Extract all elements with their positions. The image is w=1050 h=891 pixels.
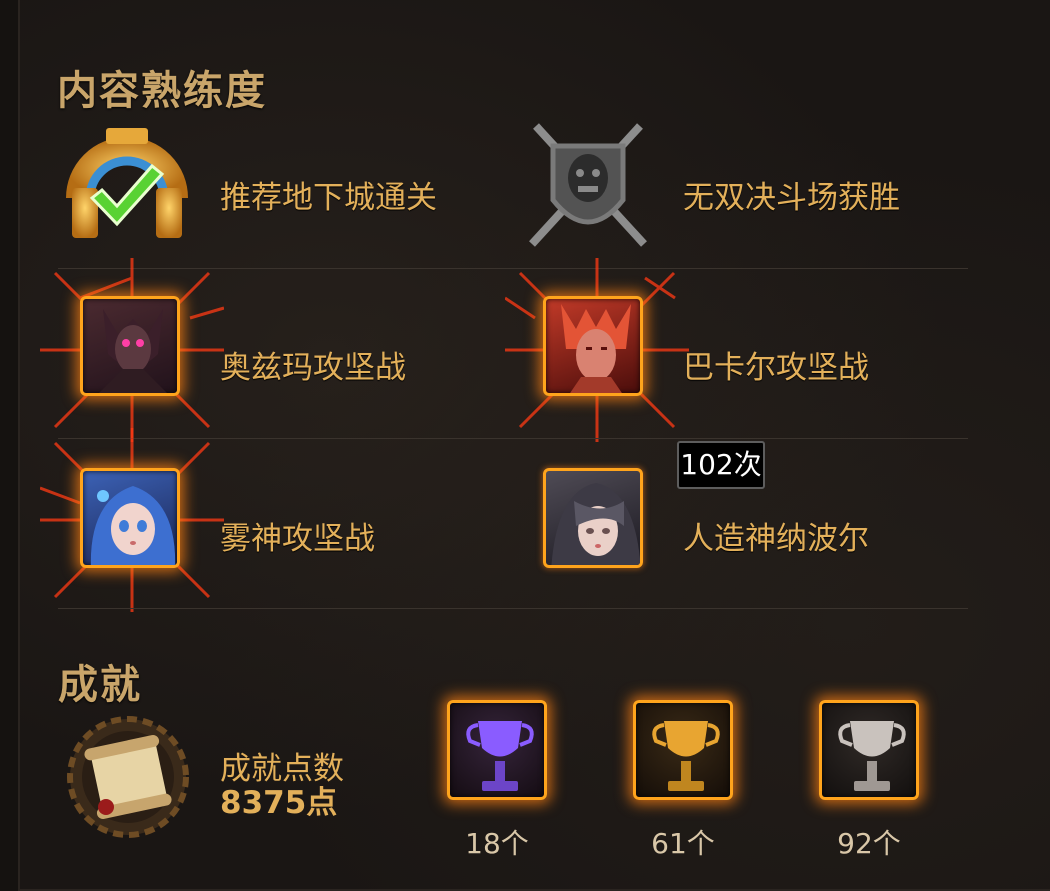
- count-tooltip: 102次: [677, 441, 765, 489]
- trophy-count: 92个: [837, 827, 901, 860]
- bakal-portrait-icon: [543, 296, 643, 396]
- arena-shield-icon: [529, 123, 647, 247]
- proficiency-label: 推荐地下城通关: [220, 180, 437, 216]
- scroll-gear-icon: [67, 716, 189, 838]
- mist-goddess-portrait-icon: [80, 468, 180, 568]
- trophy-count: 61个: [651, 827, 715, 860]
- purple-trophy-icon: [447, 700, 547, 800]
- proficiency-label: 人造神纳波尔: [683, 521, 869, 557]
- dungeon-clear-icon: [66, 128, 188, 238]
- ozma-portrait-icon: [80, 296, 180, 396]
- napol-portrait-icon: [543, 468, 643, 568]
- proficiency-label: 无双决斗场获胜: [683, 180, 900, 216]
- trophy-count: 18个: [465, 827, 529, 860]
- achievement-title: 成就: [58, 661, 142, 708]
- proficiency-label: 巴卡尔攻坚战: [683, 350, 869, 386]
- gold-trophy-icon: [633, 700, 733, 800]
- proficiency-label: 奥兹玛攻坚战: [220, 350, 406, 386]
- achievement-points-value: 8375点: [220, 785, 338, 821]
- proficiency-label: 雾神攻坚战: [220, 521, 375, 557]
- silver-trophy-icon: [819, 700, 919, 800]
- row-divider: [58, 608, 968, 609]
- proficiency-title: 内容熟练度: [57, 67, 267, 114]
